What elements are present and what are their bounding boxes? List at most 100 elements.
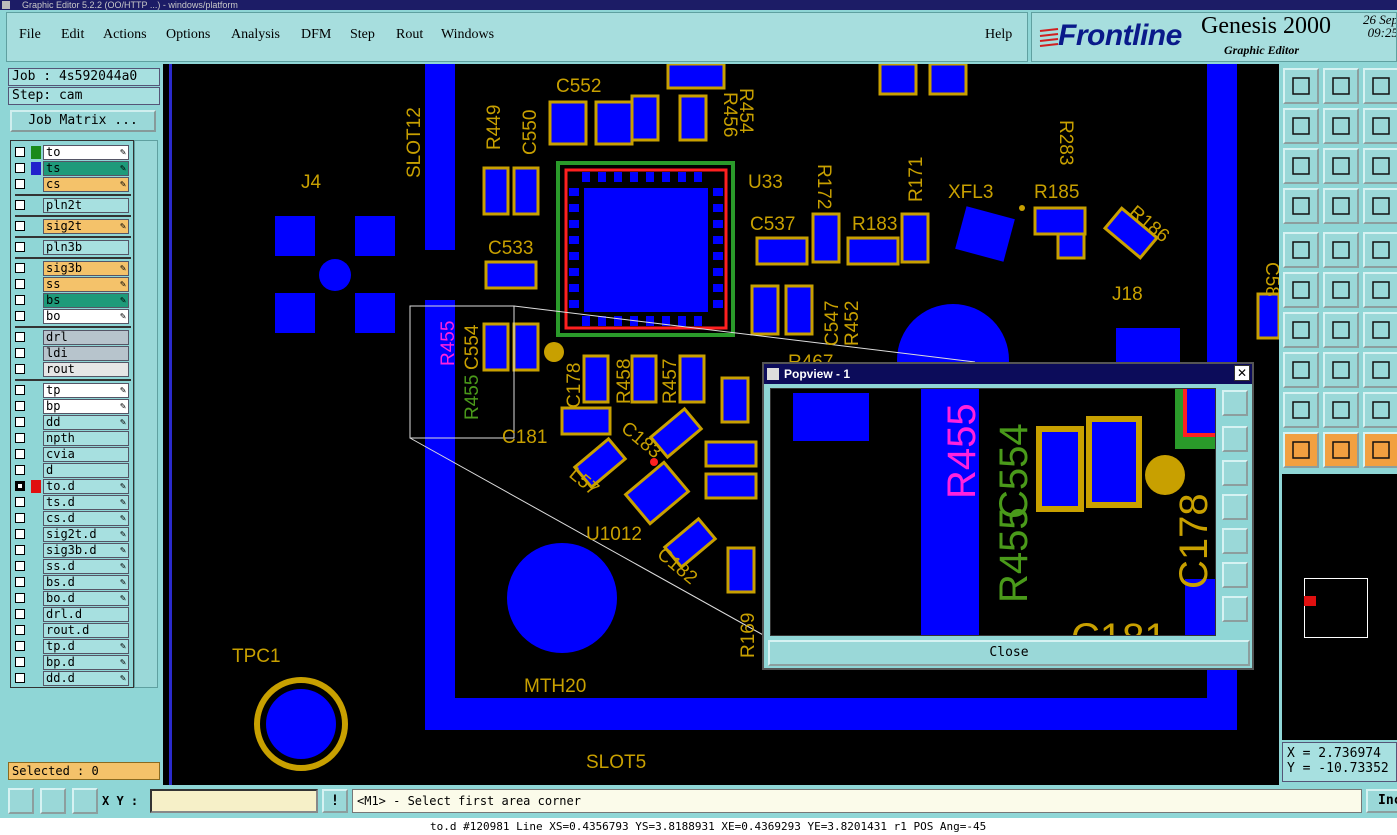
layer-checkbox[interactable]: [15, 497, 25, 507]
layer-row-tp[interactable]: tp ✎: [13, 383, 131, 398]
layer-name[interactable]: cvia: [43, 447, 129, 462]
layer-row-ts-d[interactable]: ts.d ✎: [13, 495, 131, 510]
menu-edit[interactable]: Edit: [61, 27, 84, 43]
layer-checkbox[interactable]: [15, 242, 25, 252]
popview-titlebar[interactable]: Popview - 1 ✕: [764, 364, 1252, 384]
layer-checkbox[interactable]: [15, 593, 25, 603]
layer-row-ldi[interactable]: ldi: [13, 346, 131, 361]
layer-checkbox[interactable]: [15, 673, 25, 683]
angle-icon[interactable]: [40, 788, 66, 814]
layer-name[interactable]: to.d ✎: [43, 479, 129, 494]
popview-pan-up-icon[interactable]: [1222, 426, 1248, 452]
layer-checkbox[interactable]: [15, 433, 25, 443]
triangle-icon[interactable]: [1363, 392, 1397, 428]
layer-row-cs[interactable]: cs ✎: [13, 177, 131, 192]
layer-row-ts[interactable]: ts ✎: [13, 161, 131, 176]
layer-name[interactable]: tp ✎: [43, 383, 129, 398]
menu-rout[interactable]: Rout: [396, 27, 423, 43]
layer-row-bs-d[interactable]: bs.d ✎: [13, 575, 131, 590]
delta-icon[interactable]: [1283, 392, 1319, 428]
layer-row-pln2t[interactable]: pln2t: [13, 198, 131, 213]
layer-name[interactable]: sig3b.d ✎: [43, 543, 129, 558]
layer-name[interactable]: drl.d: [43, 607, 129, 622]
layer-row-pln3b[interactable]: pln3b: [13, 240, 131, 255]
layer-checkbox[interactable]: [15, 545, 25, 555]
inc-button[interactable]: Inc: [1366, 789, 1397, 813]
layer-name[interactable]: sig2t.d ✎: [43, 527, 129, 542]
popview-zoom-center-icon[interactable]: [1222, 596, 1248, 622]
job-matrix-button[interactable]: Job Matrix ...: [10, 110, 156, 132]
layer-name[interactable]: bs ✎: [43, 293, 129, 308]
menu-help[interactable]: Help: [985, 27, 1012, 43]
layer-name[interactable]: sig2t ✎: [43, 219, 129, 234]
add-pad-icon[interactable]: [1283, 232, 1319, 268]
import-icon[interactable]: [1283, 68, 1319, 104]
popview-pan-down-icon[interactable]: [1222, 460, 1248, 486]
layer-checkbox[interactable]: [15, 332, 25, 342]
layer-row-drl-d[interactable]: drl.d: [13, 607, 131, 622]
layer-name[interactable]: bs.d ✎: [43, 575, 129, 590]
layer-checkbox[interactable]: [15, 641, 25, 651]
layer-checkbox[interactable]: [15, 401, 25, 411]
layer-checkbox[interactable]: [15, 200, 25, 210]
layer-row-npth[interactable]: npth: [13, 431, 131, 446]
layer-checkbox[interactable]: [15, 385, 25, 395]
layer-checkbox[interactable]: [15, 481, 25, 491]
layer-name[interactable]: bo ✎: [43, 309, 129, 324]
overview-panel[interactable]: [1282, 474, 1397, 740]
layer-row-sig2t[interactable]: sig2t ✎: [13, 219, 131, 234]
layer-row-tp-d[interactable]: tp.d ✎: [13, 639, 131, 654]
layer-name[interactable]: bp ✎: [43, 399, 129, 414]
layer-name[interactable]: rout: [43, 362, 129, 377]
undo-icon[interactable]: [1363, 312, 1397, 348]
center-icon[interactable]: [1323, 148, 1359, 184]
layer-row-rout-d[interactable]: rout.d: [13, 623, 131, 638]
layer-name[interactable]: npth: [43, 431, 129, 446]
layer-checkbox[interactable]: [15, 295, 25, 305]
layer-row-sig3b[interactable]: sig3b ✎: [13, 261, 131, 276]
slash-icon[interactable]: [1283, 312, 1319, 348]
layer-checkbox[interactable]: [15, 311, 25, 321]
layer-row-bp-d[interactable]: bp.d ✎: [13, 655, 131, 670]
popview-fit-icon[interactable]: [1222, 562, 1248, 588]
layer-row-bs[interactable]: bs ✎: [13, 293, 131, 308]
layer-name[interactable]: pln2t: [43, 198, 129, 213]
layer-checkbox[interactable]: [15, 625, 25, 635]
menu-windows[interactable]: Windows: [441, 27, 494, 43]
layer-name[interactable]: cs ✎: [43, 177, 129, 192]
export-icon[interactable]: [1323, 68, 1359, 104]
layers-icon[interactable]: [1363, 188, 1397, 224]
layer-checkbox[interactable]: [15, 529, 25, 539]
popview-zoom-icon[interactable]: [1222, 390, 1248, 416]
layer-name[interactable]: pln3b: [43, 240, 129, 255]
snap-icon[interactable]: [8, 788, 34, 814]
layer-checkbox[interactable]: [15, 417, 25, 427]
layer-name[interactable]: ss ✎: [43, 277, 129, 292]
layer-list-scrollbar[interactable]: [134, 140, 158, 688]
layer-name[interactable]: to ✎: [43, 145, 129, 160]
layer-row-bo-d[interactable]: bo.d ✎: [13, 591, 131, 606]
fit-screen-icon[interactable]: [1283, 148, 1319, 184]
bracket-icon[interactable]: [1363, 352, 1397, 388]
layer-row-ss-d[interactable]: ss.d ✎: [13, 559, 131, 574]
layer-checkbox[interactable]: [15, 577, 25, 587]
exclaim-button[interactable]: !: [322, 789, 348, 813]
layer-checkbox[interactable]: [15, 221, 25, 231]
layer-name[interactable]: ss.d ✎: [43, 559, 129, 574]
close-icon[interactable]: ✕: [1234, 365, 1250, 381]
popview-canvas[interactable]: R455 C554 R455 C178 C181: [770, 388, 1216, 636]
pin-icon[interactable]: [1323, 188, 1359, 224]
dash-icon[interactable]: [1323, 352, 1359, 388]
layer-name[interactable]: ts ✎: [43, 161, 129, 176]
cross-icon[interactable]: [1323, 272, 1359, 308]
layer-row-bp[interactable]: bp ✎: [13, 399, 131, 414]
connect-icon[interactable]: [1283, 272, 1319, 308]
arc-icon[interactable]: [1363, 272, 1397, 308]
layer-name[interactable]: bp.d ✎: [43, 655, 129, 670]
layer-checkbox[interactable]: [15, 465, 25, 475]
layer-name[interactable]: bo.d ✎: [43, 591, 129, 606]
layer-checkbox[interactable]: [15, 609, 25, 619]
home-icon[interactable]: [1363, 68, 1397, 104]
move-right-icon[interactable]: [1323, 108, 1359, 144]
menu-analysis[interactable]: Analysis: [231, 27, 280, 43]
